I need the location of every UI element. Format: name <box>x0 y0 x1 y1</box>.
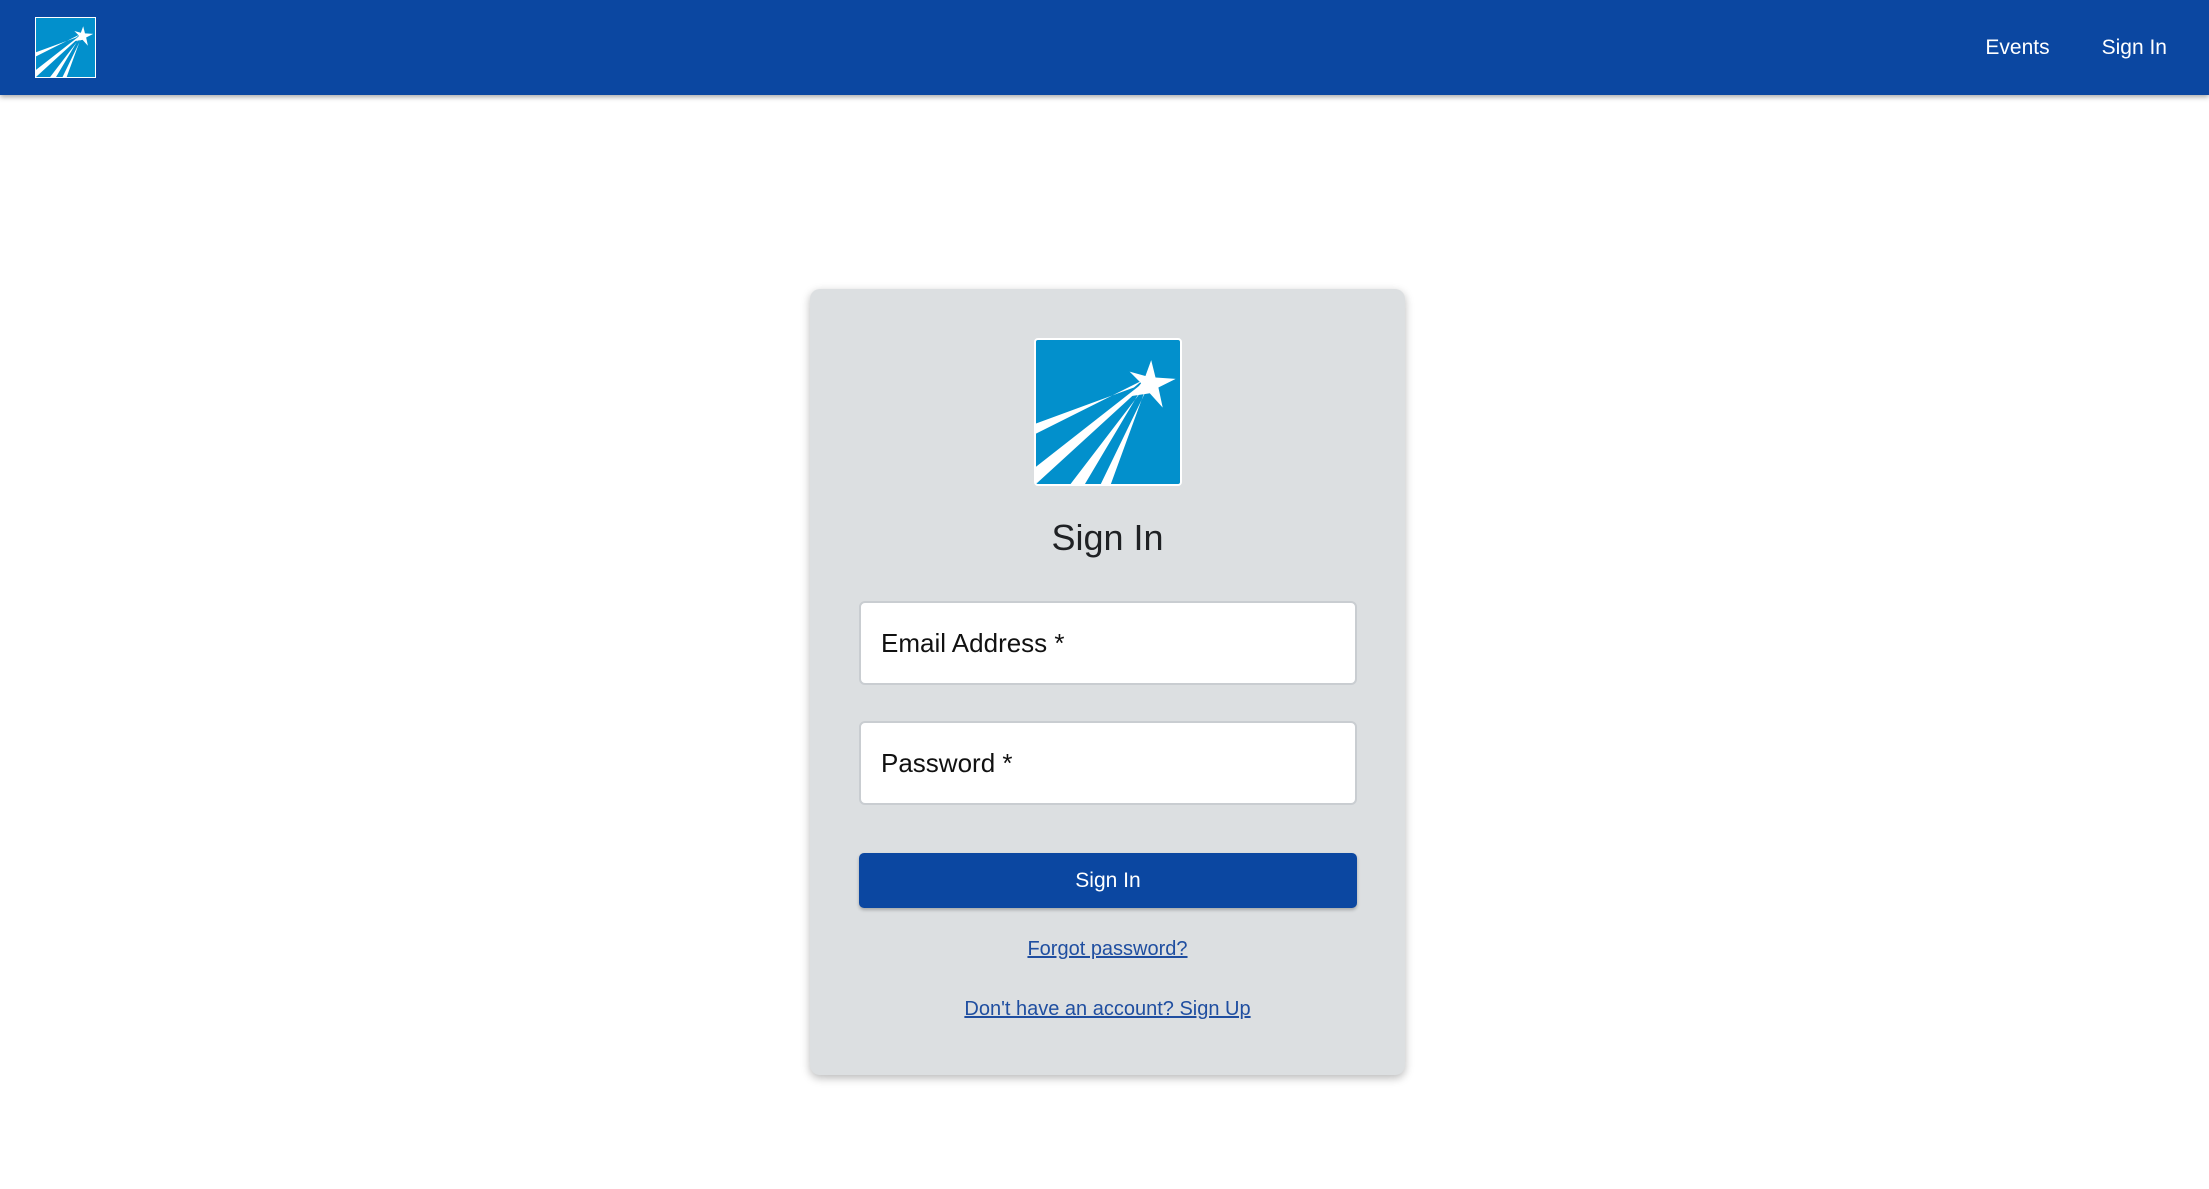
logo-graphic <box>36 26 94 77</box>
password-input[interactable] <box>861 723 1355 803</box>
sign-up-link[interactable]: Don't have an account? Sign Up <box>964 998 1250 1020</box>
nav-sign-in-link[interactable]: Sign In <box>2102 36 2167 60</box>
forgot-password-row: Forgot password? <box>810 938 1405 961</box>
top-app-bar: Events Sign In <box>0 0 2209 95</box>
logo-graphic <box>1036 360 1176 484</box>
email-field[interactable] <box>859 601 1357 685</box>
forgot-password-link[interactable]: Forgot password? <box>1027 938 1187 960</box>
password-field[interactable] <box>859 721 1357 805</box>
sign-in-card: Sign In Sign In Forgot password? Don't h… <box>810 289 1405 1075</box>
shooting-star-logo-icon <box>1034 338 1182 486</box>
page-title: Sign In <box>1051 517 1164 558</box>
top-nav: Events Sign In <box>1933 0 2167 95</box>
sign-in-button[interactable]: Sign In <box>859 853 1357 908</box>
sign-up-row: Don't have an account? Sign Up <box>810 998 1405 1021</box>
shooting-star-logo-icon[interactable] <box>35 17 96 78</box>
email-input[interactable] <box>861 603 1355 683</box>
nav-events-link[interactable]: Events <box>1985 36 2049 60</box>
